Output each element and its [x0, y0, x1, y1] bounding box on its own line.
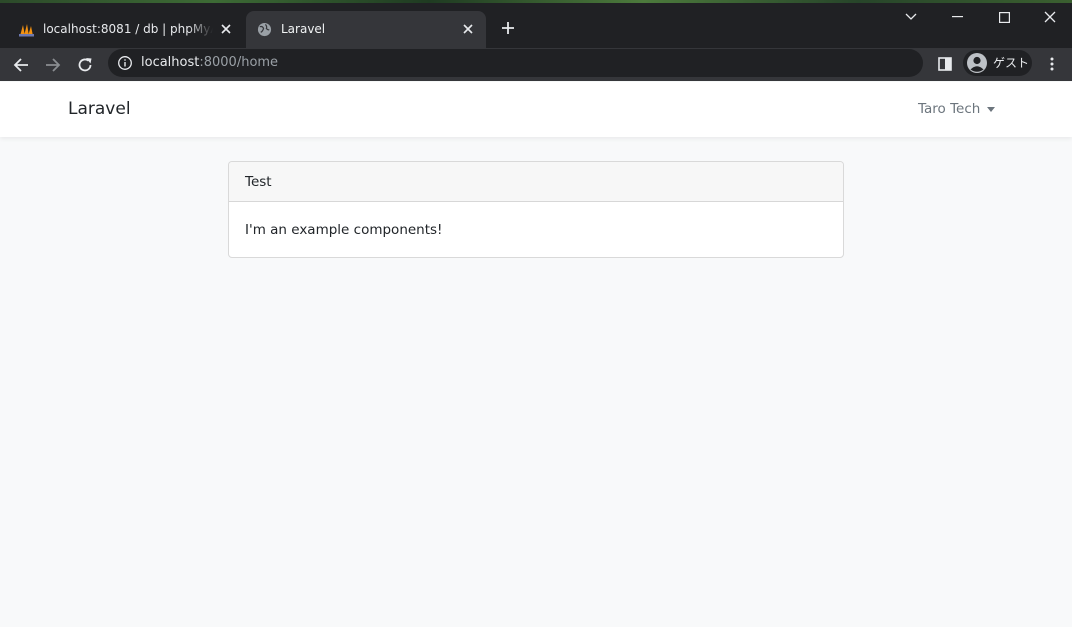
close-window-button[interactable] — [1039, 7, 1061, 27]
tab-laravel[interactable]: Laravel — [246, 11, 486, 48]
arrow-right-icon — [46, 58, 61, 72]
tab-title: Laravel — [281, 22, 326, 36]
arrow-left-icon — [13, 58, 28, 72]
user-dropdown[interactable]: Taro Tech — [918, 100, 996, 118]
url-path: :8000/home — [199, 55, 279, 70]
side-panel-icon — [938, 57, 952, 71]
browser-titlebar: localhost:8081 / db | phpMyAdmin Laravel — [0, 0, 1072, 48]
profile-name: ゲスト — [993, 56, 1030, 70]
tab-phpmyadmin[interactable]: localhost:8081 / db | phpMyAdmin — [8, 11, 244, 48]
side-panel-button[interactable] — [935, 54, 955, 74]
globe-icon — [256, 21, 273, 38]
phpmyadmin-icon — [18, 21, 35, 38]
forward-button[interactable] — [41, 53, 65, 77]
close-icon — [1044, 11, 1056, 23]
reload-icon — [78, 58, 92, 72]
maximize-icon — [998, 11, 1010, 23]
navbar-brand[interactable]: Laravel — [68, 98, 131, 120]
app-navbar: Laravel Taro Tech — [0, 82, 1072, 137]
back-button[interactable] — [9, 53, 33, 77]
plus-icon — [502, 22, 514, 34]
address-bar[interactable]: localhost:8000/home — [108, 49, 923, 77]
close-icon[interactable] — [217, 20, 235, 38]
maximize-button[interactable] — [993, 7, 1015, 27]
address-url[interactable]: localhost:8000/home — [141, 55, 278, 71]
close-icon[interactable] — [459, 20, 477, 38]
info-icon[interactable] — [117, 55, 133, 71]
example-card: Test I'm an example components! — [228, 161, 844, 258]
reload-button[interactable] — [73, 53, 97, 77]
menu-button[interactable] — [1042, 54, 1062, 74]
card-body-text: I'm an example components! — [245, 222, 443, 238]
profile-button[interactable]: ゲスト — [963, 50, 1032, 76]
avatar-icon — [966, 52, 988, 74]
new-tab-button[interactable] — [497, 17, 519, 39]
browser-toolbar: localhost:8000/home ゲスト — [0, 48, 1072, 81]
minimize-button[interactable] — [946, 7, 968, 27]
tab-title: localhost:8081 / db | phpMyAdmin — [43, 22, 213, 36]
url-host: localhost — [141, 55, 200, 70]
chevron-down-icon — [905, 13, 917, 20]
card-header-title: Test — [245, 174, 272, 190]
user-name: Taro Tech — [918, 101, 981, 117]
tab-search-button[interactable] — [900, 7, 922, 27]
minimize-icon — [951, 16, 963, 18]
kebab-menu-icon — [1050, 57, 1054, 71]
caret-down-icon — [987, 106, 996, 112]
card-header: Test — [229, 162, 843, 202]
wallpaper-strip — [0, 0, 1072, 3]
